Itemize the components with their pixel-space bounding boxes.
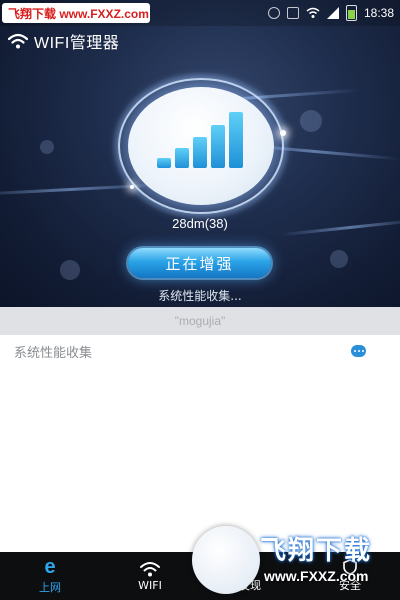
status-time: 18:38: [363, 6, 394, 20]
alarm-icon: [267, 7, 280, 19]
signal-bar: [211, 125, 225, 168]
bokeh-light: [40, 140, 54, 154]
nav-item-wifi[interactable]: WIFI: [100, 552, 200, 600]
e-browser-icon: e: [44, 556, 56, 578]
status-icons: 18:38: [267, 4, 394, 22]
boost-button[interactable]: 正在增强: [128, 248, 271, 278]
signal-bar: [157, 158, 171, 168]
wifi-icon: [140, 561, 160, 576]
list-item[interactable]: 系统性能收集: [0, 336, 400, 366]
battery-icon: [345, 5, 357, 21]
bokeh-light: [300, 110, 322, 132]
watermark-logo: [192, 526, 260, 594]
more-dots-icon[interactable]: [351, 345, 366, 357]
sparkle-icon: [130, 185, 134, 189]
nav-item-internet[interactable]: e 上网: [0, 552, 100, 600]
network-ssid: "mogujia": [174, 314, 226, 328]
cell-signal-icon: [326, 7, 339, 19]
list-item-label: 系统性能收集: [14, 345, 93, 361]
signal-bar: [229, 112, 243, 168]
hero-panel: 飞翔下载 www.FXXZ.com 18:38 WIFI管理器 28dm(38)…: [0, 0, 400, 307]
wifi-icon: [8, 33, 28, 49]
sparkle-icon: [280, 130, 286, 136]
app-header: WIFI管理器: [8, 30, 119, 52]
nav-label: WIFI: [138, 578, 162, 592]
progress-status-text: 系统性能收集...: [158, 289, 242, 303]
bokeh-light: [330, 250, 348, 268]
bokeh-light: [60, 260, 80, 280]
nav-label: 上网: [39, 581, 61, 594]
signal-bar: [193, 137, 207, 168]
vibrate-icon: [286, 7, 299, 19]
signal-strength-icon: [157, 108, 247, 168]
page-title: WIFI管理器: [34, 35, 120, 52]
watermark-title: 飞翔下载: [260, 536, 373, 566]
wifi-status-icon: [306, 7, 320, 18]
status-bar: 飞翔下载 www.FXXZ.com 18:38: [0, 0, 400, 26]
watermark-overlay: 飞翔下载 www.FXXZ.com: [188, 520, 400, 600]
network-name-strip: "mogujia": [0, 307, 400, 335]
watermark-url: www.FXXZ.com: [264, 568, 369, 584]
signal-bar: [175, 148, 189, 168]
signal-readout: 28dm(38): [172, 216, 228, 231]
watermark-banner: 飞翔下载 www.FXXZ.com: [2, 3, 150, 23]
